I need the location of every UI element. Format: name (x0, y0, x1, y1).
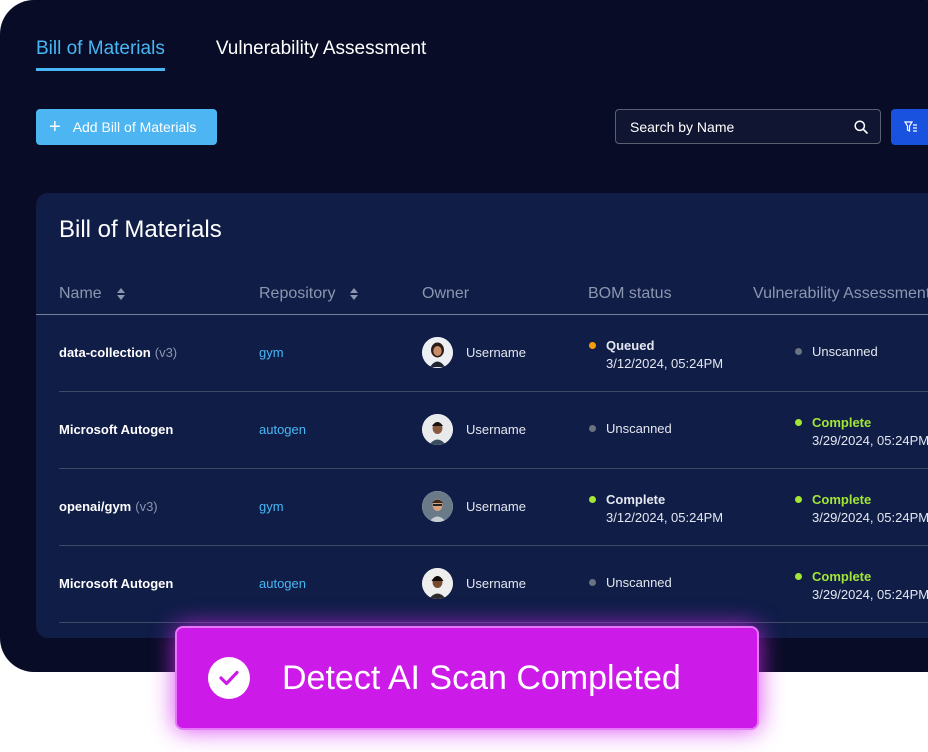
status-label: Complete (606, 492, 666, 507)
row-name: openai/gym (59, 499, 132, 514)
tab-bar: Bill of Materials Vulnerability Assessme… (36, 38, 477, 71)
status-label: Unscanned (606, 575, 672, 590)
status-dot (589, 496, 596, 503)
column-header-vulnerability-assessment: Vulnerability Assessment (753, 285, 928, 303)
status-date: 3/12/2024, 05:24PM (606, 510, 724, 525)
search-box (615, 109, 881, 144)
add-button-label: Add Bill of Materials (72, 119, 197, 135)
owner-name: Username (466, 499, 526, 514)
status-label: Queued (606, 338, 655, 353)
tab-bill-of-materials[interactable]: Bill of Materials (36, 38, 165, 71)
bom-status: Unscanned (589, 421, 672, 436)
column-header-bom-status: BOM status (588, 285, 672, 303)
name-cell: data-collection (v3) (59, 314, 177, 391)
status-date: 3/29/2024, 05:24PM (812, 433, 928, 448)
status-date: 3/12/2024, 05:24PM (606, 356, 724, 371)
plus-icon: + (49, 116, 61, 138)
name-cell: openai/gym (v3) (59, 468, 158, 545)
status-dot (795, 419, 802, 426)
table-row[interactable]: Microsoft Autogen autogen Username Unsca… (59, 545, 928, 623)
filter-icon (904, 121, 917, 132)
sort-icon[interactable] (349, 287, 359, 301)
repository-link[interactable]: autogen (259, 545, 306, 622)
column-label: Owner (422, 285, 470, 302)
vulnerability-status: Complete 3/29/2024, 05:24PM (795, 569, 928, 602)
column-label: Vulnerability Assessment (753, 285, 928, 302)
sort-icon[interactable] (116, 287, 126, 301)
avatar (422, 568, 453, 599)
avatar (422, 414, 453, 445)
check-circle-icon (208, 657, 250, 699)
owner-cell: Username (422, 391, 526, 468)
column-label: BOM status (588, 285, 672, 302)
vulnerability-status: Complete 3/29/2024, 05:24PM (795, 492, 928, 525)
card-title: Bill of Materials (59, 216, 222, 243)
table-row[interactable]: openai/gym (v3) gym Username Complete 3/… (59, 468, 928, 546)
search-input[interactable] (628, 117, 854, 136)
status-dot (589, 342, 596, 349)
status-date: 3/29/2024, 05:24PM (812, 587, 928, 602)
status-date: 3/29/2024, 05:24PM (812, 510, 928, 525)
bom-status: Unscanned (589, 575, 672, 590)
avatar (422, 491, 453, 522)
status-label: Complete (812, 415, 872, 430)
bom-status: Complete 3/12/2024, 05:24PM (589, 492, 723, 525)
repository-link[interactable]: gym (259, 468, 284, 545)
owner-cell: Username (422, 314, 526, 391)
filter-button[interactable] (891, 109, 928, 145)
status-label: Complete (812, 569, 872, 584)
repository-link[interactable]: gym (259, 314, 284, 391)
row-version: (v3) (135, 499, 158, 514)
column-header-owner: Owner (422, 285, 469, 303)
status-dot (795, 573, 802, 580)
owner-name: Username (466, 345, 526, 360)
avatar (422, 337, 453, 368)
name-cell: Microsoft Autogen (59, 391, 173, 468)
column-header-repository[interactable]: Repository (259, 285, 359, 303)
status-label: Complete (812, 492, 872, 507)
column-label: Repository (259, 285, 336, 302)
column-header-name[interactable]: Name (59, 285, 126, 303)
repository-link[interactable]: autogen (259, 391, 306, 468)
add-bill-of-materials-button[interactable]: + Add Bill of Materials (36, 109, 217, 145)
column-label: Name (59, 285, 102, 302)
bom-status: Queued 3/12/2024, 05:24PM (589, 338, 723, 371)
search-icon[interactable] (854, 119, 868, 134)
row-name: Microsoft Autogen (59, 422, 174, 437)
row-name: data-collection (59, 345, 151, 360)
bom-card: Bill of Materials Name Repository Owner … (36, 193, 928, 638)
toast-message: Detect AI Scan Completed (282, 658, 681, 697)
table-row[interactable]: data-collection (v3) gym Username Queued… (59, 314, 928, 392)
owner-cell: Username (422, 468, 526, 545)
status-dot (589, 579, 596, 586)
vulnerability-status: Unscanned (795, 344, 878, 359)
owner-name: Username (466, 576, 526, 591)
owner-name: Username (466, 422, 526, 437)
app-window: Bill of Materials Vulnerability Assessme… (0, 0, 928, 672)
status-dot (795, 496, 802, 503)
name-cell: Microsoft Autogen (59, 545, 173, 622)
table-row[interactable]: Microsoft Autogen autogen Username Unsca… (59, 391, 928, 469)
owner-cell: Username (422, 545, 526, 622)
table-header: Name Repository Owner BOM status Vulnera… (36, 278, 928, 315)
vulnerability-status: Complete 3/29/2024, 05:24PM (795, 415, 928, 448)
row-version: (v3) (154, 345, 178, 360)
tab-vulnerability-assessment[interactable]: Vulnerability Assessment (216, 38, 427, 71)
status-dot (589, 425, 596, 432)
status-label: Unscanned (606, 421, 672, 436)
scan-complete-toast: Detect AI Scan Completed (175, 626, 759, 730)
row-name: Microsoft Autogen (59, 576, 174, 591)
status-dot (795, 348, 802, 355)
status-label: Unscanned (812, 344, 878, 359)
